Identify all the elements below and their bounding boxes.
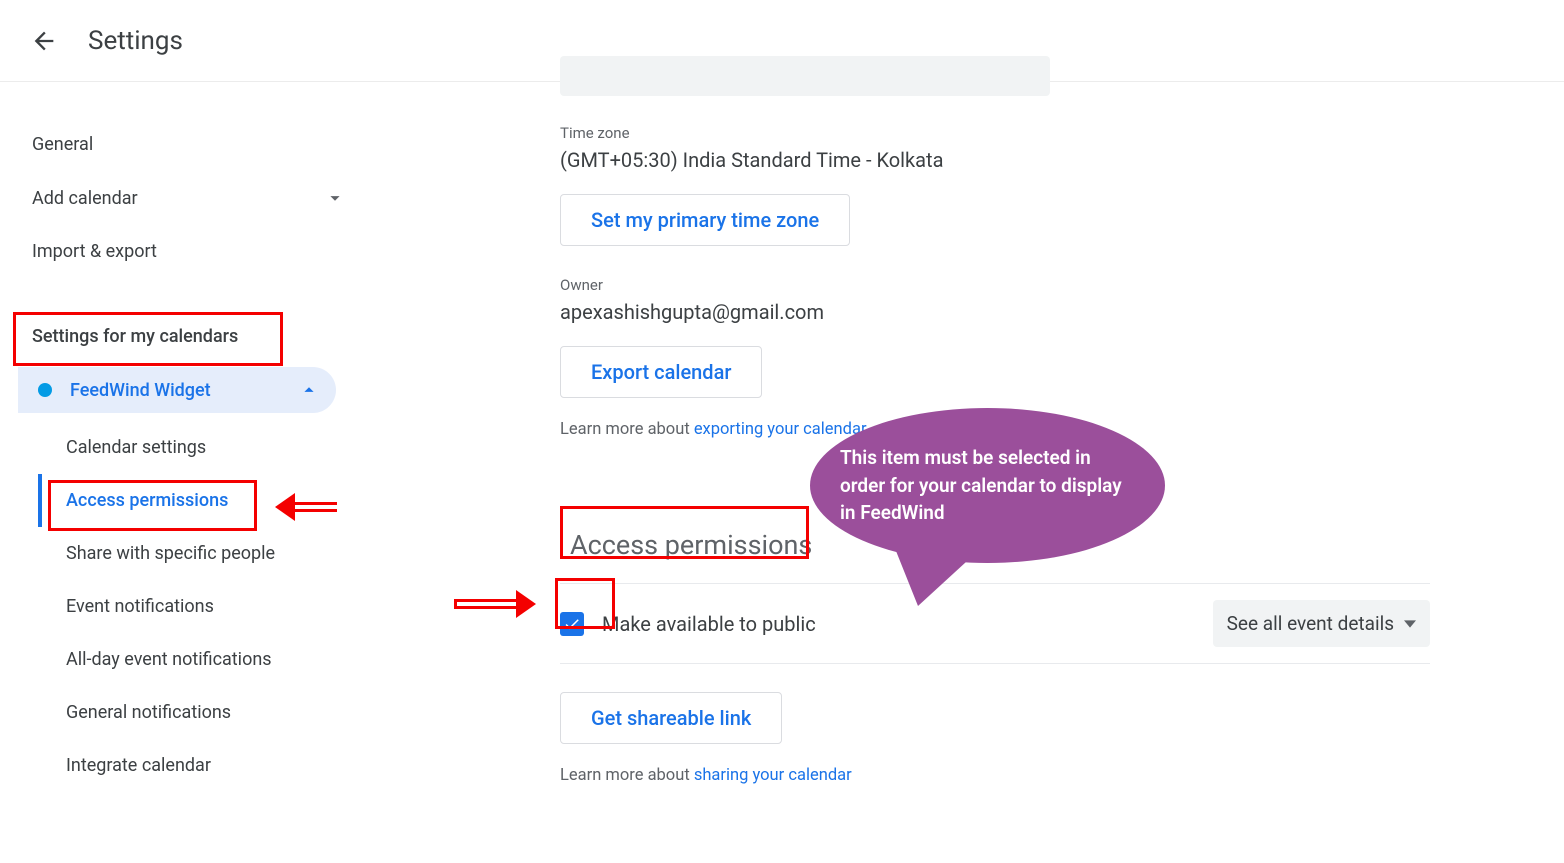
page-title: Settings	[88, 26, 183, 56]
timezone-value: (GMT+05:30) India Standard Time - Kolkat…	[560, 148, 1534, 172]
sidebar-item-label: Import & export	[32, 241, 157, 262]
subnav-allday-notifications[interactable]: All-day event notifications	[38, 633, 286, 686]
sidebar: General Add calendar Import & export Set…	[0, 82, 360, 863]
sidebar-item-label: Add calendar	[32, 188, 138, 209]
export-block: Export calendar Learn more about exporti…	[560, 346, 1534, 439]
sharing-helper-link[interactable]: sharing your calendar	[694, 766, 852, 785]
sidebar-subnav: Calendar settings Access permissions Sha…	[36, 421, 360, 792]
access-public-row: Make available to public See all event d…	[560, 583, 1430, 664]
export-calendar-button[interactable]: Export calendar	[560, 346, 762, 398]
subnav-integrate-calendar[interactable]: Integrate calendar	[38, 739, 225, 792]
calendar-color-dot	[38, 383, 52, 397]
access-permissions-section: Access permissions Make available to pub…	[560, 469, 1534, 785]
sidebar-item-label: General	[32, 134, 93, 155]
chevron-down-icon	[324, 187, 346, 209]
get-shareable-link-button[interactable]: Get shareable link	[560, 692, 782, 744]
subnav-event-notifications[interactable]: Event notifications	[38, 580, 228, 633]
sidebar-calendar-name: FeedWind Widget	[70, 380, 211, 401]
sharing-helper-text: Learn more about sharing your calendar	[560, 766, 1534, 785]
arrow-left-icon	[30, 27, 58, 55]
export-helper-link[interactable]: exporting your calendar	[694, 420, 867, 439]
main-content: Time zone (GMT+05:30) India Standard Tim…	[360, 82, 1564, 863]
export-helper-text: Learn more about exporting your calendar	[560, 420, 1534, 439]
caret-down-icon	[1404, 618, 1416, 630]
owner-block: Owner apexashishgupta@gmail.com	[560, 276, 1534, 324]
timezone-label: Time zone	[560, 124, 1534, 142]
sidebar-section-heading: Settings for my calendars	[18, 310, 252, 361]
disabled-field	[560, 56, 1050, 96]
owner-label: Owner	[560, 276, 1534, 294]
make-public-checkbox[interactable]	[560, 612, 584, 636]
chevron-up-icon	[298, 379, 320, 401]
subnav-access-permissions[interactable]: Access permissions	[38, 474, 242, 527]
event-detail-dropdown[interactable]: See all event details	[1213, 600, 1430, 647]
make-public-label: Make available to public	[602, 612, 816, 636]
access-section-title: Access permissions	[560, 525, 822, 565]
subnav-general-notifications[interactable]: General notifications	[38, 686, 245, 739]
subnav-calendar-settings[interactable]: Calendar settings	[38, 421, 220, 474]
sidebar-item-add-calendar[interactable]: Add calendar	[18, 171, 360, 225]
set-primary-timezone-button[interactable]: Set my primary time zone	[560, 194, 850, 246]
dropdown-selected-label: See all event details	[1227, 612, 1394, 635]
sidebar-item-import-export[interactable]: Import & export	[18, 225, 360, 278]
sidebar-calendar-feedwind[interactable]: FeedWind Widget	[18, 367, 336, 413]
sidebar-item-general[interactable]: General	[18, 118, 360, 171]
owner-value: apexashishgupta@gmail.com	[560, 300, 1534, 324]
check-icon	[563, 615, 581, 633]
timezone-block: Time zone (GMT+05:30) India Standard Tim…	[560, 124, 1534, 246]
subnav-share-specific[interactable]: Share with specific people	[38, 527, 289, 580]
back-button[interactable]	[20, 17, 68, 65]
